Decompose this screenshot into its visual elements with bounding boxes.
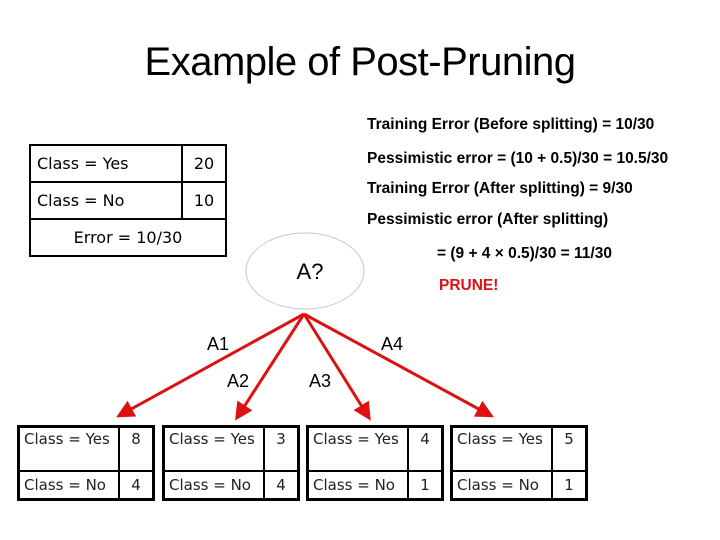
leaf-yes-label: Class = Yes <box>306 425 409 472</box>
leaf-yes-count: 8 <box>118 425 155 472</box>
edge-arrow-a2 <box>235 313 306 421</box>
leaf-no-count: 4 <box>263 470 300 501</box>
leaf-no-label: Class = No <box>17 470 120 501</box>
leaf-no-count: 1 <box>407 470 444 501</box>
leaf-no-count: 1 <box>551 470 588 501</box>
edge-label-a3: A3 <box>309 371 331 391</box>
edge-label-a4: A4 <box>381 334 403 354</box>
leaf-yes-label: Class = Yes <box>450 425 553 472</box>
leaf-node-a3: Class = Yes 4 Class = No 1 <box>306 425 444 501</box>
leaf-no-label: Class = No <box>450 470 553 501</box>
leaf-yes-label: Class = Yes <box>17 425 120 472</box>
leaf-node-a1: Class = Yes 8 Class = No 4 <box>17 425 155 501</box>
leaf-node-a2: Class = Yes 3 Class = No 4 <box>162 425 300 501</box>
leaf-yes-count: 5 <box>551 425 588 472</box>
edge-label-a2: A2 <box>227 371 249 391</box>
leaf-yes-count: 4 <box>407 425 444 472</box>
leaf-node-a4: Class = Yes 5 Class = No 1 <box>450 425 588 501</box>
edge-arrow-a3 <box>302 313 371 421</box>
leaf-yes-count: 3 <box>263 425 300 472</box>
leaf-no-label: Class = No <box>306 470 409 501</box>
leaf-no-label: Class = No <box>162 470 265 501</box>
leaf-yes-label: Class = Yes <box>162 425 265 472</box>
leaf-no-count: 4 <box>118 470 155 501</box>
edge-arrow-a1 <box>116 312 305 418</box>
edge-arrow-a4 <box>303 312 494 418</box>
split-node-label: A? <box>297 259 324 284</box>
edge-label-a1: A1 <box>207 334 229 354</box>
